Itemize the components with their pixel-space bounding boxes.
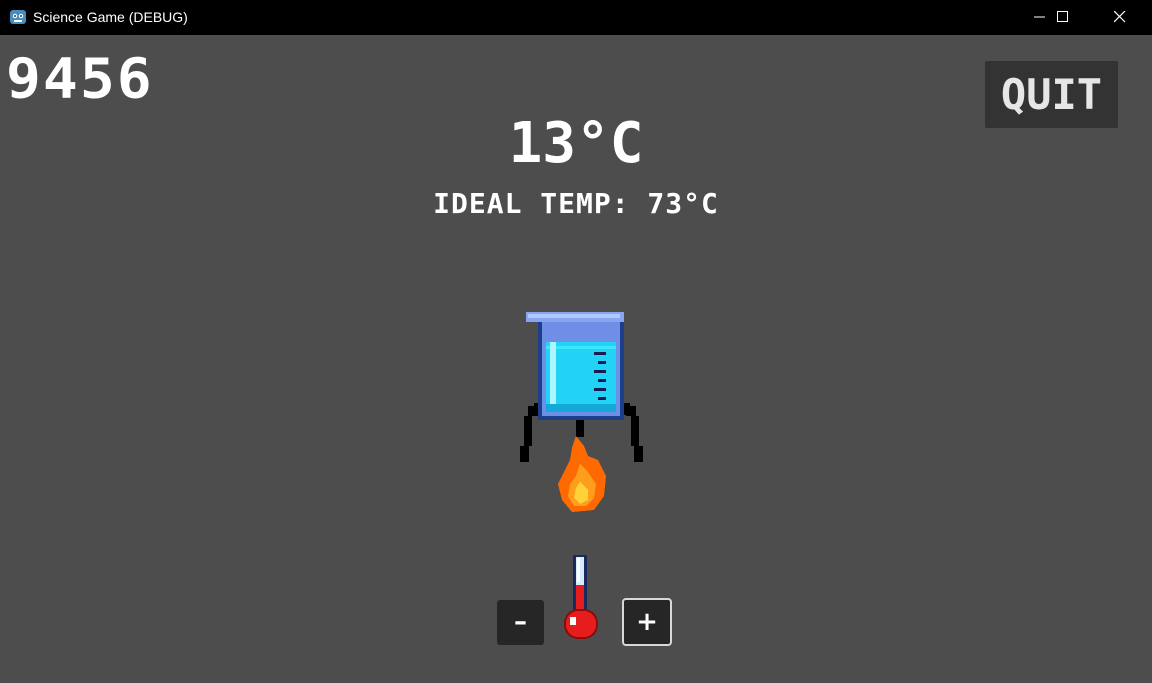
current-temperature: 13°C bbox=[508, 111, 644, 176]
experiment-scene bbox=[520, 312, 643, 512]
window-titlebar: Science Game (DEBUG) bbox=[0, 0, 1152, 35]
score-counter: 9456 bbox=[6, 45, 154, 111]
flame-icon bbox=[558, 436, 606, 512]
beaker-icon bbox=[526, 312, 624, 420]
maximize-button[interactable] bbox=[1040, 0, 1086, 35]
quit-button[interactable]: QUIT bbox=[985, 61, 1118, 128]
quit-button-label: QUIT bbox=[1000, 70, 1103, 119]
window-title: Science Game (DEBUG) bbox=[33, 9, 188, 25]
decrease-temp-button[interactable]: – bbox=[497, 600, 544, 645]
close-icon bbox=[1114, 11, 1126, 23]
plus-icon: + bbox=[636, 607, 658, 637]
increase-temp-button[interactable]: + bbox=[622, 598, 672, 646]
minus-icon: – bbox=[514, 607, 527, 637]
godot-icon bbox=[10, 10, 26, 24]
maximize-icon bbox=[1057, 11, 1068, 22]
close-button[interactable] bbox=[1097, 0, 1143, 35]
thermometer-icon bbox=[564, 555, 598, 639]
ideal-temperature: IDEAL TEMP: 73°C bbox=[433, 187, 719, 220]
